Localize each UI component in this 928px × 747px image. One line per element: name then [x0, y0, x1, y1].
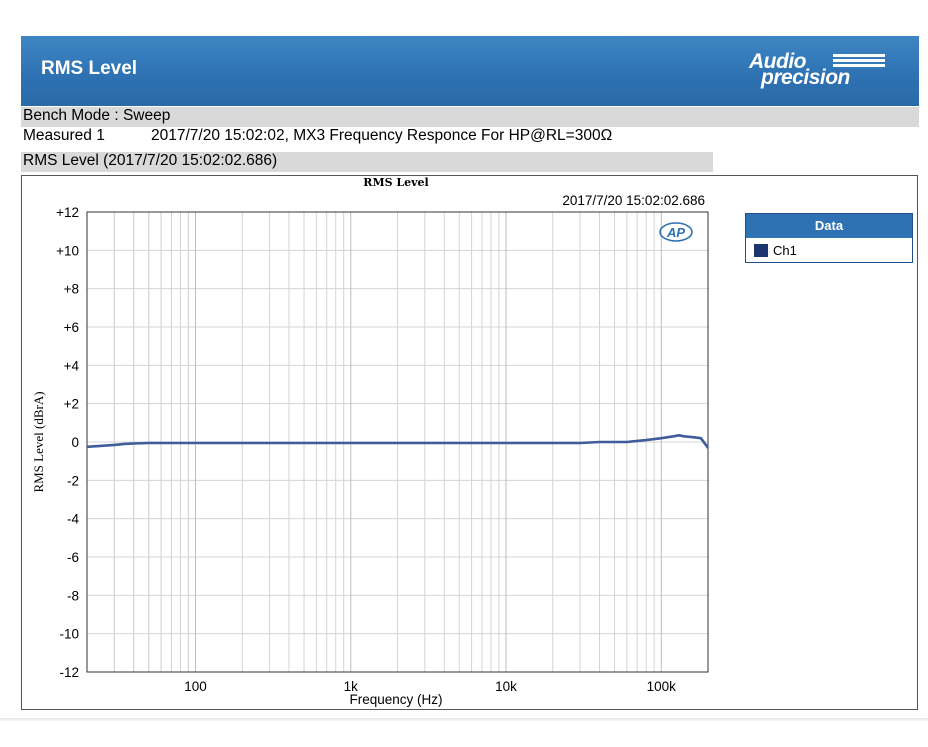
- ap-badge-text: AP: [666, 225, 685, 240]
- y-tick-label: +2: [64, 397, 79, 412]
- legend-label: Ch1: [773, 243, 797, 258]
- rms-level-chart: RMS Level 2017/7/20 15:02:02.686 +12+10+…: [31, 176, 710, 707]
- x-tick-label: 10k: [495, 679, 517, 694]
- x-tick-label: 100: [184, 679, 207, 694]
- bottom-divider: [0, 718, 928, 721]
- y-tick-label: -4: [67, 512, 79, 527]
- legend-title: Data: [746, 214, 912, 238]
- y-tick-label: -10: [59, 627, 79, 642]
- x-tick-label: 100k: [647, 679, 677, 694]
- y-tick-label: +6: [64, 320, 79, 335]
- y-tick-label: -8: [67, 588, 79, 603]
- y-tick-label: -2: [67, 473, 79, 488]
- y-tick-label: +4: [64, 358, 80, 373]
- ap-logo-icon: AP: [659, 222, 693, 242]
- y-tick-label: +12: [56, 205, 79, 220]
- y-axis-ticks: +12 +10 +8 +6 +4 +2 0 -2 -4 -6 -8 -10 -12: [56, 205, 79, 680]
- legend-swatch: [754, 244, 768, 257]
- chart-timestamp: 2017/7/20 15:02:02.686: [562, 193, 705, 208]
- legend: Data Ch1: [745, 213, 913, 263]
- x-axis-label: Frequency (Hz): [349, 692, 442, 707]
- y-tick-label: -6: [67, 550, 79, 565]
- y-tick-label: +8: [64, 282, 79, 297]
- chart-title: RMS Level: [363, 176, 428, 189]
- y-tick-label: -12: [59, 665, 79, 680]
- y-tick-label: 0: [71, 435, 79, 450]
- y-axis-label: RMS Level (dBrA): [31, 391, 46, 492]
- y-tick-label: +10: [56, 243, 79, 258]
